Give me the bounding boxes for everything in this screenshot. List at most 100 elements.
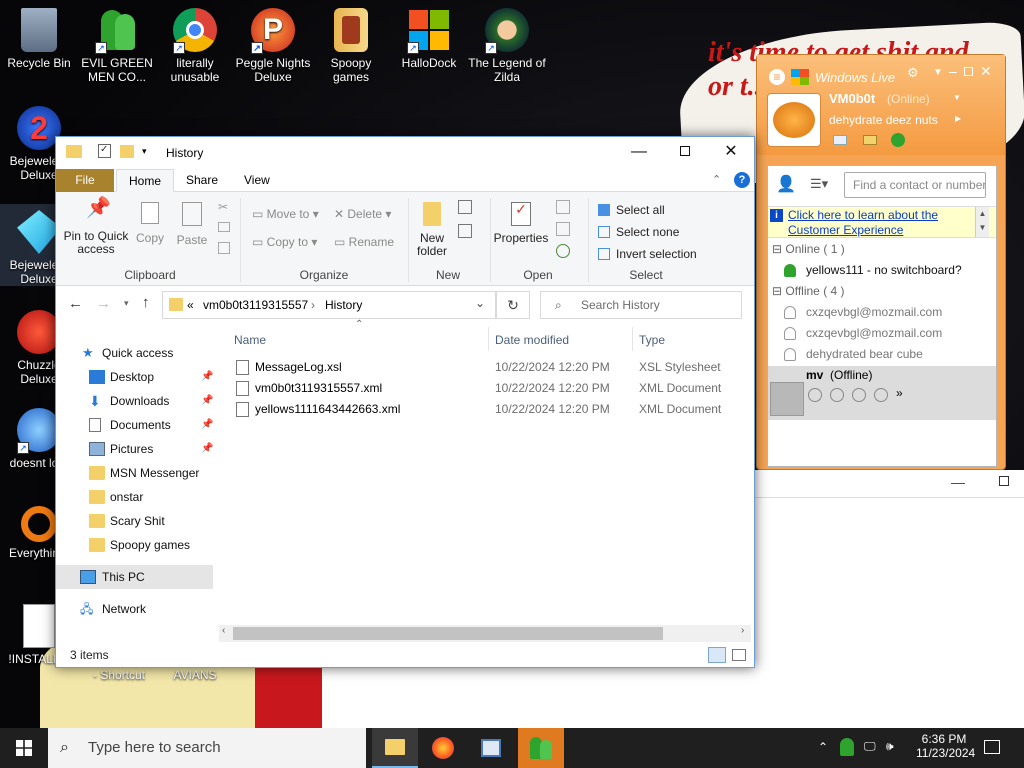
- taskbar-search-box[interactable]: ⌕ Type here to search: [48, 728, 366, 768]
- details-view-icon[interactable]: [708, 647, 726, 663]
- pin-quick-access-button[interactable]: 📌 Pin to Quick access: [62, 198, 130, 256]
- start-button[interactable]: [0, 728, 48, 768]
- show-hidden-icons[interactable]: ⌃: [818, 740, 828, 754]
- invert-selection-button[interactable]: Invert selection: [598, 246, 697, 262]
- banner-link-line2[interactable]: Customer Experience: [788, 223, 903, 237]
- minimize-button[interactable]: —: [616, 137, 662, 167]
- nav-desktop[interactable]: Desktop 📌: [56, 365, 213, 389]
- more-icon[interactable]: »: [896, 386, 903, 400]
- select-none-button[interactable]: Select none: [598, 224, 679, 240]
- nav-msn-messenger[interactable]: MSN Messenger: [56, 461, 213, 485]
- contact-yellows111[interactable]: yellows111 - no switchboard?: [776, 260, 991, 280]
- close-button[interactable]: ✕: [708, 137, 754, 167]
- scroll-left-icon[interactable]: ‹: [222, 625, 225, 636]
- taskbar-firefox[interactable]: [420, 728, 466, 768]
- notification-icon[interactable]: [984, 740, 1000, 754]
- close-icon[interactable]: ✕: [980, 63, 992, 80]
- copy-to-button[interactable]: ▭ Copy to ▾: [252, 234, 317, 250]
- desktop-icon-shortcut[interactable]: - Shortcut: [80, 668, 158, 682]
- msn-presence[interactable]: (Online): [887, 92, 930, 106]
- taskbar-app-window[interactable]: [468, 728, 514, 768]
- mail-icon[interactable]: [830, 388, 844, 402]
- desktop-icon-avians[interactable]: AVIANS: [156, 668, 234, 682]
- file-row[interactable]: yellows1111643442663.xml 10/22/2024 12:2…: [236, 399, 756, 420]
- help-icon[interactable]: ?: [734, 172, 750, 188]
- maximize-icon[interactable]: [999, 476, 1009, 486]
- paste-shortcut-icon[interactable]: [218, 242, 230, 254]
- avatar[interactable]: [767, 93, 821, 147]
- clock[interactable]: 6:36 PM 11/23/2024: [916, 732, 975, 760]
- column-divider[interactable]: [632, 327, 633, 351]
- tab-file[interactable]: File: [56, 169, 114, 192]
- send-icon[interactable]: [874, 388, 888, 402]
- desktop-icon-evil-green-men[interactable]: ↗ EVIL GREEN MEN CO...: [78, 2, 156, 84]
- horizontal-scrollbar[interactable]: ‹ ›: [219, 625, 751, 642]
- add-contact-icon[interactable]: 👤: [776, 174, 798, 193]
- settings-icon[interactable]: ⚙: [907, 65, 919, 81]
- nav-pictures[interactable]: Pictures 📌: [56, 437, 213, 461]
- scroll-right-icon[interactable]: ›: [741, 625, 744, 636]
- cut-icon[interactable]: ✂: [218, 200, 228, 214]
- desktop-icon-hallodock[interactable]: ↗ HalloDock: [390, 2, 468, 70]
- nav-downloads[interactable]: ⬇ Downloads 📌: [56, 389, 213, 413]
- volume-icon[interactable]: 🕪: [886, 739, 894, 754]
- copy-path-icon[interactable]: [218, 222, 230, 232]
- address-overflow[interactable]: «: [187, 298, 194, 312]
- recent-locations-icon[interactable]: ▾: [124, 298, 129, 309]
- scrollbar-thumb[interactable]: [233, 627, 663, 640]
- properties-button[interactable]: ✓ Properties: [492, 202, 550, 245]
- quick-access-dropdown-icon[interactable]: ▾: [142, 146, 147, 157]
- new-folder-quick-icon[interactable]: [120, 145, 134, 158]
- file-row[interactable]: vm0b0t3119315557.xml 10/22/2024 12:20 PM…: [236, 378, 756, 399]
- minimize-icon[interactable]: —: [951, 474, 965, 490]
- tab-share[interactable]: Share: [174, 169, 230, 192]
- taskbar-msn-messenger[interactable]: [518, 728, 564, 768]
- desktop-icon-recycle-bin[interactable]: Recycle Bin: [0, 2, 78, 70]
- move-to-button[interactable]: ▭ Move to ▾: [252, 206, 319, 222]
- contact-offline-3[interactable]: dehydrated bear cube: [776, 344, 991, 364]
- large-icons-view-icon[interactable]: [732, 649, 746, 661]
- breadcrumb-vm0b0t[interactable]: vm0b0t3119315557: [203, 298, 308, 312]
- banner-link-line1[interactable]: Click here to learn about the: [788, 208, 938, 222]
- forward-arrow-icon[interactable]: →: [96, 295, 111, 312]
- column-type[interactable]: Type: [639, 333, 665, 347]
- list-options-icon[interactable]: ☰▾: [810, 176, 828, 192]
- chevron-down-icon[interactable]: ⌄: [475, 296, 485, 310]
- new-item-icon[interactable]: [458, 200, 472, 214]
- desktop-icon-chrome[interactable]: ↗ literally unusable: [156, 2, 234, 84]
- up-arrow-icon[interactable]: ↑: [142, 294, 150, 311]
- column-divider[interactable]: [488, 327, 489, 351]
- new-folder-button[interactable]: New folder: [412, 202, 452, 258]
- nav-scary-shit[interactable]: Scary Shit: [56, 509, 213, 533]
- nav-documents[interactable]: Documents 📌: [56, 413, 213, 437]
- column-date-modified[interactable]: Date modified: [495, 333, 569, 347]
- edit-icon[interactable]: [556, 222, 570, 236]
- nav-this-pc[interactable]: This PC: [56, 565, 213, 589]
- column-name[interactable]: Name: [234, 333, 266, 347]
- history-icon[interactable]: [556, 244, 570, 258]
- msn-username[interactable]: VM0b0t: [829, 91, 875, 106]
- chevron-up-icon[interactable]: ⌃: [712, 173, 721, 186]
- easy-access-icon[interactable]: [458, 224, 472, 238]
- msn-today-icon[interactable]: [891, 133, 905, 147]
- rename-button[interactable]: ▭ Rename: [334, 234, 394, 250]
- folder-icon[interactable]: [863, 135, 877, 145]
- maximize-button[interactable]: [662, 137, 708, 167]
- info-banner[interactable]: i Click here to learn about the Customer…: [768, 206, 996, 238]
- back-arrow-icon[interactable]: ←: [68, 295, 83, 312]
- tab-home[interactable]: Home: [116, 169, 175, 192]
- delete-button[interactable]: ✕ Delete ▾: [334, 206, 391, 222]
- contact-offline-2[interactable]: cxzqevbgl@mozmail.com: [776, 323, 991, 343]
- selected-contact-card[interactable]: mv (Offline) »: [768, 366, 996, 420]
- find-contact-input[interactable]: Find a contact or number: [844, 172, 986, 198]
- contact-offline-1[interactable]: cxzqevbgl@mozmail.com: [776, 302, 991, 322]
- properties-check-icon[interactable]: ✓: [98, 144, 111, 158]
- copy-button[interactable]: Copy: [134, 202, 166, 245]
- nav-spoopy-games[interactable]: Spoopy games: [56, 533, 213, 557]
- msn-menu-icon[interactable]: ≡: [769, 69, 785, 85]
- address-bar[interactable]: « vm0b0t3119315557 › History ⌄: [162, 291, 496, 319]
- nav-network[interactable]: 🖧 Network: [56, 597, 213, 621]
- chevron-right-icon[interactable]: ▶: [955, 114, 961, 123]
- desktop-icon-peggle[interactable]: P ↗ Peggle Nights Deluxe: [234, 2, 312, 84]
- desktop-icon-zilda[interactable]: ↗ The Legend of Zilda: [468, 2, 546, 84]
